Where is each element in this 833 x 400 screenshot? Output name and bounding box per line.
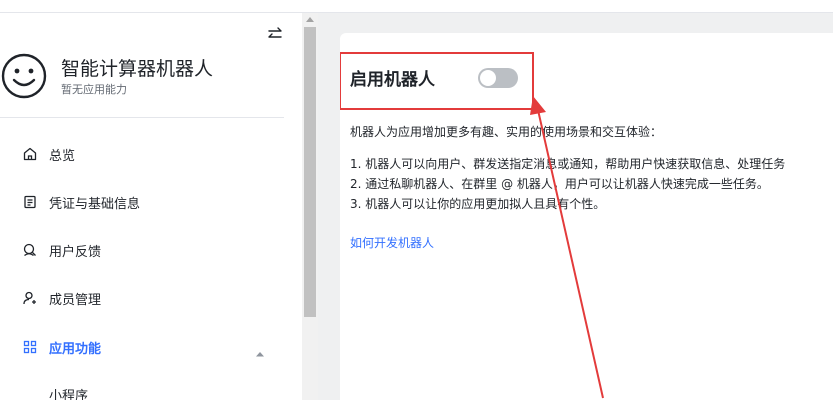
card-title: 启用机器人 [350,70,435,90]
bot-point-2: 2. 通过私聊机器人、在群里 @ 机器人，用户可以让机器人快速完成一些任务。 [350,177,769,191]
sidebar-scrollbar[interactable] [302,13,318,400]
chevron-up-icon[interactable] [255,343,265,357]
scroll-up-arrow-icon[interactable] [306,17,314,22]
sidebar-item-label: 成员管理 [49,292,102,308]
app-subtitle: 暂无应用能力 [61,83,127,96]
app-name: 智能计算器机器人 [61,58,214,80]
scrollbar-thumb[interactable] [304,27,316,317]
sidebar-item-label: 应用功能 [49,341,102,357]
sidebar-item-members[interactable]: 成员管理 [0,282,290,314]
sidebar-item-label: 用户反馈 [49,244,102,260]
home-icon [22,146,38,162]
top-bar [0,0,833,13]
how-to-develop-bot-link[interactable]: 如何开发机器人 [350,234,434,251]
main-content: 启用机器人 机器人为应用增加更多有趣、实用的使用场景和交互体验： 1. 机器人可… [318,13,833,400]
sidebar: 智能计算器机器人 暂无应用能力 总览 凭证与基础信息 用户反馈 成员管理 应用功… [0,13,302,400]
sidebar-item-label: 总览 [49,148,76,164]
sidebar-item-credentials[interactable]: 凭证与基础信息 [0,186,290,218]
bot-settings-card: 启用机器人 机器人为应用增加更多有趣、实用的使用场景和交互体验： 1. 机器人可… [340,33,833,400]
app-avatar-smiley-icon [1,53,47,99]
sidebar-divider [0,117,284,118]
bot-point-1: 1. 机器人可以向用户、群发送指定消息或通知，帮助用户快速获取信息、处理任务 [350,157,786,171]
sidebar-item-app-features[interactable]: 应用功能 [0,331,290,363]
sidebar-item-feedback[interactable]: 用户反馈 [0,234,290,266]
sidebar-item-label: 凭证与基础信息 [49,196,141,212]
app-window: 智能计算器机器人 暂无应用能力 总览 凭证与基础信息 用户反馈 成员管理 应用功… [0,0,833,400]
user-add-icon [22,290,38,306]
bot-intro-text: 机器人为应用增加更多有趣、实用的使用场景和交互体验： [350,125,663,139]
collapse-sidebar-icon[interactable] [266,26,284,42]
toggle-knob [480,70,496,86]
feedback-icon [22,242,38,258]
sidebar-subitem-mini-program[interactable]: 小程序 [49,385,88,400]
grid-icon [22,339,38,355]
bot-point-3: 3. 机器人可以让你的应用更加拟人且具有个性。 [350,197,606,211]
document-icon [22,194,38,210]
enable-bot-toggle[interactable] [478,68,518,88]
sidebar-item-overview[interactable]: 总览 [0,138,290,170]
